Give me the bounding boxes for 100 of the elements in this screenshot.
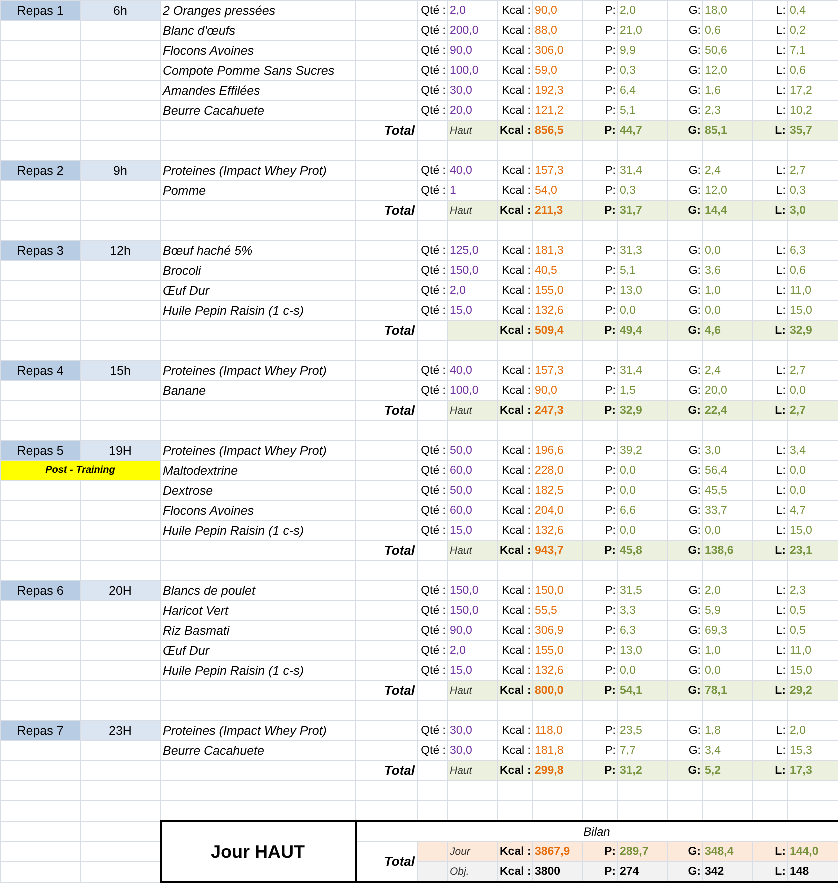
field-label: Kcal : bbox=[498, 20, 532, 40]
total-value: 23,1 bbox=[788, 540, 838, 560]
field-label: Qté : bbox=[418, 80, 448, 100]
field-label: Kcal : bbox=[498, 842, 532, 862]
value-cell: 181,3 bbox=[532, 240, 582, 260]
field-label: Kcal : bbox=[498, 40, 532, 60]
field-label: Qté : bbox=[418, 600, 448, 620]
field-label: P: bbox=[582, 620, 618, 640]
field-label: Kcal : bbox=[498, 280, 532, 300]
meal-time: 9h bbox=[80, 160, 160, 180]
meal-label: Repas 6 bbox=[0, 580, 80, 600]
meal-label: Repas 2 bbox=[0, 160, 80, 180]
field-label: L: bbox=[752, 280, 788, 300]
value-cell: 155,0 bbox=[532, 640, 582, 660]
value-cell: 12,0 bbox=[702, 60, 752, 80]
value-cell: 40,0 bbox=[448, 160, 498, 180]
field-label: Kcal : bbox=[498, 0, 532, 20]
value-cell: 196,6 bbox=[532, 440, 582, 460]
meal-time: 6h bbox=[80, 0, 160, 20]
value-cell: 31,4 bbox=[618, 360, 668, 380]
food-name: Œuf Dur bbox=[160, 640, 356, 660]
value-cell: 2,0 bbox=[702, 580, 752, 600]
field-label: G: bbox=[668, 400, 702, 420]
field-label: P: bbox=[582, 240, 618, 260]
field-label: Kcal : bbox=[498, 600, 532, 620]
meal-time: 15h bbox=[80, 360, 160, 380]
field-label: Qté : bbox=[418, 520, 448, 540]
field-label: G: bbox=[668, 280, 702, 300]
food-name: Proteines (Impact Whey Prot) bbox=[160, 720, 356, 740]
value-cell: 150,0 bbox=[448, 600, 498, 620]
field-label: L: bbox=[752, 320, 788, 340]
value-cell: 192,3 bbox=[532, 80, 582, 100]
summary-value: 348,4 bbox=[702, 842, 752, 862]
summary-value: 144,0 bbox=[788, 842, 838, 862]
field-label: G: bbox=[668, 640, 702, 660]
value-cell: 182,5 bbox=[532, 480, 582, 500]
value-cell: 30,0 bbox=[448, 80, 498, 100]
food-name: Beurre Cacahuete bbox=[160, 100, 356, 120]
value-cell: 157,3 bbox=[532, 360, 582, 380]
field-label: P: bbox=[582, 460, 618, 480]
field-label: P: bbox=[582, 360, 618, 380]
field-label: Kcal : bbox=[498, 400, 532, 420]
field-label: Qté : bbox=[418, 580, 448, 600]
field-label: L: bbox=[752, 60, 788, 80]
field-label: P: bbox=[582, 440, 618, 460]
value-cell: 50,0 bbox=[448, 480, 498, 500]
value-cell: 45,5 bbox=[702, 480, 752, 500]
field-label: L: bbox=[752, 80, 788, 100]
value-cell: 0,6 bbox=[702, 20, 752, 40]
value-cell: 30,0 bbox=[448, 720, 498, 740]
field-label: P: bbox=[582, 0, 618, 20]
summary-value: 148 bbox=[788, 862, 838, 882]
total-value: 2,7 bbox=[788, 400, 838, 420]
field-label: G: bbox=[668, 580, 702, 600]
value-cell: 155,0 bbox=[532, 280, 582, 300]
food-name: Bœuf haché 5% bbox=[160, 240, 356, 260]
field-label: L: bbox=[752, 480, 788, 500]
field-label: G: bbox=[668, 760, 702, 780]
field-label: P: bbox=[582, 200, 618, 220]
field-label: G: bbox=[668, 720, 702, 740]
field-label: Kcal : bbox=[498, 320, 532, 340]
value-cell: 5,9 bbox=[702, 600, 752, 620]
field-label: P: bbox=[582, 160, 618, 180]
total-value: 22,4 bbox=[702, 400, 752, 420]
value-cell: 23,5 bbox=[618, 720, 668, 740]
field-label: Kcal : bbox=[498, 80, 532, 100]
value-cell: 3,0 bbox=[702, 440, 752, 460]
field-label: P: bbox=[582, 500, 618, 520]
total-label: Total bbox=[356, 760, 418, 780]
meal-label: Repas 3 bbox=[0, 240, 80, 260]
total-value: 856,5 bbox=[532, 120, 582, 140]
total-value: 17,3 bbox=[788, 760, 838, 780]
field-label: Qté : bbox=[418, 180, 448, 200]
value-cell: 90,0 bbox=[448, 620, 498, 640]
value-cell: 18,0 bbox=[702, 0, 752, 20]
level-note: Haut bbox=[448, 120, 498, 140]
value-cell: 13,0 bbox=[618, 640, 668, 660]
field-label: L: bbox=[752, 440, 788, 460]
value-cell: 5,1 bbox=[618, 260, 668, 280]
total-value: 85,1 bbox=[702, 120, 752, 140]
food-name: Blancs de poulet bbox=[160, 580, 356, 600]
food-name: Maltodextrine bbox=[160, 460, 356, 480]
food-name: Flocons Avoines bbox=[160, 40, 356, 60]
field-label: G: bbox=[668, 842, 702, 862]
field-label: G: bbox=[668, 862, 702, 882]
level-note: Haut bbox=[448, 680, 498, 700]
field-label: P: bbox=[582, 720, 618, 740]
field-label: P: bbox=[582, 400, 618, 420]
field-label: G: bbox=[668, 20, 702, 40]
field-label: Kcal : bbox=[498, 640, 532, 660]
field-label: G: bbox=[668, 540, 702, 560]
field-label: Kcal : bbox=[498, 260, 532, 280]
field-label: Kcal : bbox=[498, 200, 532, 220]
value-cell: 6,3 bbox=[618, 620, 668, 640]
value-cell: 31,3 bbox=[618, 240, 668, 260]
food-name: Brocoli bbox=[160, 260, 356, 280]
value-cell: 0,0 bbox=[702, 240, 752, 260]
field-label: Qté : bbox=[418, 460, 448, 480]
field-label: G: bbox=[668, 600, 702, 620]
food-name: Dextrose bbox=[160, 480, 356, 500]
